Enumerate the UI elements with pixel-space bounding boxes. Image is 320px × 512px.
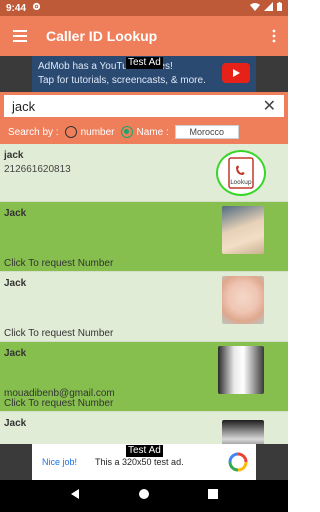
hamburger-menu-icon[interactable] <box>8 24 32 48</box>
youtube-play-icon[interactable] <box>222 63 250 83</box>
search-input[interactable]: jack ✕ <box>4 95 284 117</box>
top-ad-tag: Test Ad <box>126 57 163 69</box>
search-by-label: Search by : <box>8 126 59 138</box>
search-query: jack <box>12 98 36 114</box>
country-selector[interactable]: Morocco <box>174 125 239 139</box>
contact-photo <box>218 346 264 394</box>
contact-number: 212661620813 <box>4 164 71 175</box>
contact-name: Jack <box>4 278 27 289</box>
contact-photo <box>222 420 264 444</box>
list-item[interactable]: Jack <box>0 412 288 444</box>
search-bar: jack ✕ <box>0 92 288 120</box>
contact-name: Jack <box>4 418 27 429</box>
app-bar: Caller ID Lookup <box>0 16 288 56</box>
top-ad-banner[interactable]: AdMob has a YouTube Series! Tap for tuto… <box>0 56 288 92</box>
clear-search-icon[interactable]: ✕ <box>263 96 276 116</box>
radio-number-label: number <box>80 126 115 138</box>
app-title: Caller ID Lookup <box>46 28 158 44</box>
results-list: jack 212661620813 Lookup Jack Click To r… <box>0 144 288 444</box>
bottom-ad-headline: Nice job! <box>42 457 78 467</box>
caller-id-book-icon[interactable]: Lookup <box>216 150 266 196</box>
bottom-ad-text: This a 320x50 test ad. <box>95 457 184 467</box>
more-options-icon[interactable] <box>268 29 280 43</box>
radio-name[interactable] <box>120 126 133 138</box>
request-number-link[interactable]: Click To request Number <box>4 258 113 269</box>
list-item[interactable]: jack 212661620813 Lookup <box>0 144 288 202</box>
back-icon[interactable] <box>69 487 81 505</box>
top-ad-line2: Tap for tutorials, screencasts, & more. <box>38 75 206 86</box>
contact-name: jack <box>4 150 24 161</box>
bottom-ad-tag: Test Ad <box>126 445 163 457</box>
list-item[interactable]: Jack Click To request Number <box>0 272 288 342</box>
settings-icon <box>32 2 41 14</box>
admob-logo-icon <box>228 452 248 472</box>
radio-number[interactable] <box>64 126 77 138</box>
battery-icon <box>277 2 282 14</box>
home-icon[interactable] <box>138 487 150 505</box>
list-item[interactable]: Jack mouadibenb@gmail.com Click To reque… <box>0 342 288 412</box>
request-number-link[interactable]: Click To request Number <box>4 328 113 339</box>
search-filter-bar: Search by : number Name : Morocco <box>0 120 288 144</box>
contact-photo <box>222 206 264 254</box>
status-time: 9:44 <box>6 2 27 14</box>
status-bar: 9:44 <box>0 0 288 16</box>
recents-icon[interactable] <box>207 487 219 505</box>
signal-icon <box>264 2 273 14</box>
wifi-icon <box>250 2 260 14</box>
bottom-ad-banner[interactable]: Nice job! This a 320x50 test ad. Test Ad <box>0 444 288 480</box>
list-item[interactable]: Jack Click To request Number <box>0 202 288 272</box>
contact-photo <box>222 276 264 324</box>
radio-name-label: Name : <box>136 126 169 138</box>
request-number-link[interactable]: Click To request Number <box>4 398 113 409</box>
svg-text:Lookup: Lookup <box>230 179 252 186</box>
system-nav-bar <box>0 480 288 512</box>
contact-name: Jack <box>4 348 27 359</box>
contact-name: Jack <box>4 208 27 219</box>
